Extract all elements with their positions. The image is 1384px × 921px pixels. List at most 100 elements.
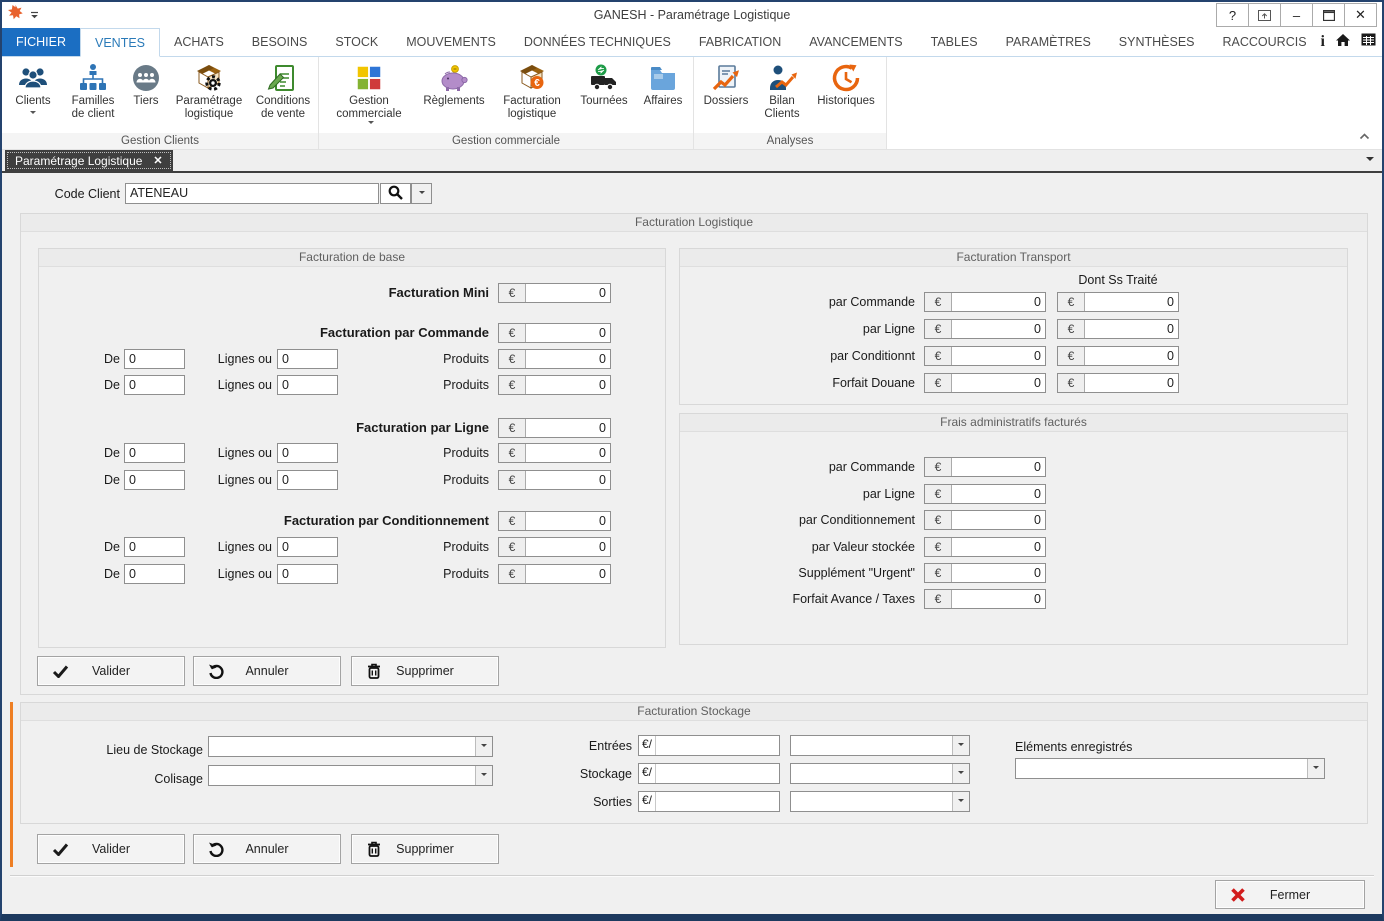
transport-conditionnt-input[interactable]: €0	[924, 346, 1046, 366]
produits-amount-input[interactable]: € 0	[498, 470, 611, 490]
supplement-urgent-input[interactable]: €0	[924, 563, 1046, 583]
menu-tab-tables[interactable]: TABLES	[917, 28, 992, 56]
amount-value[interactable]: 0	[526, 324, 610, 342]
valider-stockage-button[interactable]: Valider	[37, 834, 185, 864]
chevron-down-icon[interactable]	[475, 766, 492, 785]
amount-value[interactable]: 0	[526, 444, 610, 462]
menu-tab-syntheses[interactable]: SYNTHÈSES	[1105, 28, 1209, 56]
minimize-button[interactable]: –	[1280, 3, 1313, 27]
amount-value[interactable]: 0	[526, 538, 610, 556]
chevron-down-icon[interactable]	[952, 736, 969, 755]
amount-value[interactable]: 0	[952, 538, 1045, 556]
chevron-down-icon[interactable]	[475, 737, 492, 756]
facturation-ligne-input[interactable]: € 0	[498, 418, 611, 438]
menu-tab-achats[interactable]: ACHATS	[160, 28, 238, 56]
ribbon-item-parametrage-logistique[interactable]: Paramétrage logistique	[168, 58, 250, 133]
chevron-down-icon[interactable]	[952, 764, 969, 783]
amount-value[interactable]: 0	[952, 293, 1045, 311]
amount-value[interactable]: 0	[952, 564, 1045, 582]
transport-commande-input[interactable]: €0	[924, 292, 1046, 312]
produits-amount-input[interactable]: € 0	[498, 537, 611, 557]
frais-conditionnement-input[interactable]: €0	[924, 510, 1046, 530]
amount-value[interactable]: 0	[952, 320, 1045, 338]
amount-value[interactable]: 0	[1085, 293, 1178, 311]
rate-value[interactable]	[656, 764, 779, 783]
transport-commande-ss-traite-input[interactable]: €0	[1057, 292, 1179, 312]
amount-value[interactable]: 0	[526, 350, 610, 368]
collapse-ribbon-icon[interactable]	[1359, 127, 1370, 145]
forfait-douane-input[interactable]: €0	[924, 373, 1046, 393]
supprimer-stockage-button[interactable]: Supprimer	[351, 834, 499, 864]
rate-value[interactable]	[656, 792, 779, 811]
transport-ligne-ss-traite-input[interactable]: €0	[1057, 319, 1179, 339]
entrees-unit-select[interactable]	[790, 735, 970, 756]
lignes-input[interactable]: 0	[277, 470, 338, 490]
menu-tab-ventes[interactable]: VENTES	[80, 28, 160, 57]
produits-amount-input[interactable]: € 0	[498, 375, 611, 395]
lignes-input[interactable]: 0	[277, 537, 338, 557]
amount-value[interactable]: 0	[952, 374, 1045, 392]
ribbon-item-historiques[interactable]: Historiques	[808, 58, 884, 133]
transport-conditionnt-ss-traite-input[interactable]: €0	[1057, 346, 1179, 366]
forfait-douane-ss-traite-input[interactable]: €0	[1057, 373, 1179, 393]
maximize-button[interactable]	[1312, 3, 1345, 27]
facturation-mini-input[interactable]: € 0	[498, 283, 611, 303]
annuler-stockage-button[interactable]: Annuler	[193, 834, 341, 864]
ribbon-item-clients[interactable]: Clients	[4, 58, 62, 133]
grid-icon[interactable]	[1361, 33, 1376, 51]
client-dropdown-button[interactable]	[411, 183, 432, 204]
amount-value[interactable]: 0	[952, 458, 1045, 476]
home-icon[interactable]	[1335, 33, 1351, 52]
amount-value[interactable]: 0	[526, 512, 610, 530]
ribbon-item-conditions-de-vente[interactable]: Conditions de vente	[250, 58, 316, 133]
lignes-input[interactable]: 0	[277, 375, 338, 395]
menu-tab-avancements[interactable]: AVANCEMENTS	[795, 28, 916, 56]
menu-tab-fichier[interactable]: FICHIER	[2, 28, 80, 56]
produits-amount-input[interactable]: € 0	[498, 443, 611, 463]
ribbon-item-affaires[interactable]: Affaires	[635, 58, 691, 133]
elements-enregistres-select[interactable]	[1015, 758, 1325, 779]
amount-value[interactable]: 0	[526, 419, 610, 437]
search-button[interactable]	[380, 183, 411, 204]
amount-value[interactable]: 0	[952, 485, 1045, 503]
menu-tab-stock[interactable]: STOCK	[321, 28, 392, 56]
amount-value[interactable]: 0	[526, 565, 610, 583]
close-button[interactable]: ✕	[1344, 3, 1377, 27]
document-tab-parametrage-logistique[interactable]: Paramétrage Logistique ✕	[5, 150, 173, 171]
info-icon[interactable]: i	[1321, 34, 1325, 50]
forfait-avance-taxes-input[interactable]: €0	[924, 589, 1046, 609]
ribbon-item-facturation-logistique[interactable]: € Facturation logistique	[491, 58, 573, 133]
menu-tab-raccourcis[interactable]: RACCOURCIS	[1209, 28, 1321, 56]
help-button[interactable]: ?	[1216, 3, 1249, 27]
ribbon-item-dossiers[interactable]: Dossiers	[696, 58, 756, 133]
tab-list-caret-icon[interactable]	[1366, 157, 1374, 165]
amount-value[interactable]: 0	[526, 284, 610, 302]
stockage-unit-select[interactable]	[790, 763, 970, 784]
amount-value[interactable]: 0	[952, 590, 1045, 608]
lignes-input[interactable]: 0	[277, 443, 338, 463]
menu-tab-mouvements[interactable]: MOUVEMENTS	[392, 28, 510, 56]
chevron-down-icon[interactable]	[1307, 759, 1324, 778]
facturation-commande-input[interactable]: € 0	[498, 323, 611, 343]
annuler-button[interactable]: Annuler	[193, 656, 341, 686]
tab-close-icon[interactable]: ✕	[153, 154, 162, 167]
fermer-button[interactable]: Fermer	[1215, 880, 1365, 909]
menu-tab-donnees-techniques[interactable]: DONNÉES TECHNIQUES	[510, 28, 685, 56]
sorties-rate-input[interactable]: €/	[638, 791, 780, 812]
rate-value[interactable]	[656, 736, 779, 755]
lignes-input[interactable]: 0	[277, 349, 338, 369]
sorties-unit-select[interactable]	[790, 791, 970, 812]
produits-amount-input[interactable]: € 0	[498, 564, 611, 584]
frais-valeur-stockee-input[interactable]: €0	[924, 537, 1046, 557]
transport-ligne-input[interactable]: €0	[924, 319, 1046, 339]
ribbon-item-gestion-commerciale[interactable]: Gestion commerciale	[321, 58, 417, 133]
amount-value[interactable]: 0	[526, 471, 610, 489]
menu-tab-parametres[interactable]: PARAMÈTRES	[992, 28, 1105, 56]
valider-button[interactable]: Valider	[37, 656, 185, 686]
amount-value[interactable]: 0	[1085, 347, 1178, 365]
entrees-rate-input[interactable]: €/	[638, 735, 780, 756]
quick-access-caret-icon[interactable]	[30, 6, 39, 24]
lignes-input[interactable]: 0	[277, 564, 338, 584]
menu-tab-besoins[interactable]: BESOINS	[238, 28, 322, 56]
frais-ligne-input[interactable]: €0	[924, 484, 1046, 504]
